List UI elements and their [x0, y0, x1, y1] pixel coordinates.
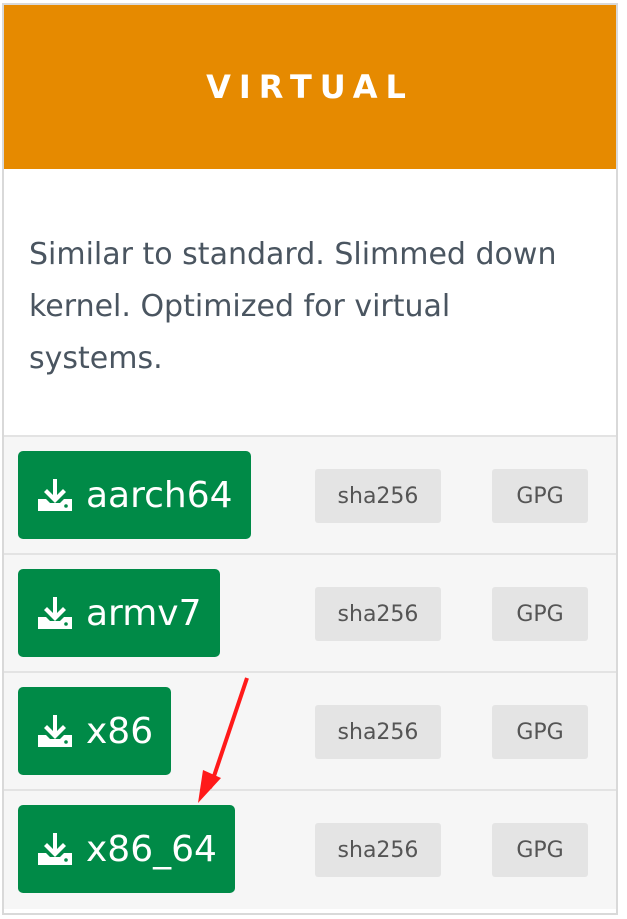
- download-icon: [36, 477, 74, 513]
- download-armv7-button[interactable]: armv7: [18, 569, 220, 657]
- card-header: VIRTUAL: [4, 5, 616, 169]
- download-icon: [36, 595, 74, 631]
- download-aarch64-button[interactable]: aarch64: [18, 451, 251, 539]
- download-x86_64-button[interactable]: x86_64: [18, 805, 235, 893]
- sha256-button[interactable]: sha256: [315, 587, 441, 641]
- gpg-button[interactable]: GPG: [492, 469, 588, 523]
- gpg-button[interactable]: GPG: [492, 587, 588, 641]
- sha256-button[interactable]: sha256: [315, 469, 441, 523]
- card-title: VIRTUAL: [206, 68, 414, 106]
- download-icon: [36, 713, 74, 749]
- gpg-button[interactable]: GPG: [492, 823, 588, 877]
- download-row: armv7 sha256 GPG: [4, 555, 616, 673]
- release-card: VIRTUAL Similar to standard. Slimmed dow…: [2, 3, 618, 915]
- download-row: x86_64 sha256 GPG: [4, 791, 616, 909]
- card-description: Similar to standard. Slimmed down kernel…: [4, 169, 616, 437]
- download-label: aarch64: [86, 474, 233, 516]
- download-row: aarch64 sha256 GPG: [4, 437, 616, 555]
- download-label: x86_64: [86, 828, 217, 870]
- sha256-button[interactable]: sha256: [315, 823, 441, 877]
- sha256-button[interactable]: sha256: [315, 705, 441, 759]
- download-row: x86 sha256 GPG: [4, 673, 616, 791]
- download-label: x86: [86, 710, 154, 752]
- gpg-button[interactable]: GPG: [492, 705, 588, 759]
- download-label: armv7: [86, 592, 202, 634]
- download-icon: [36, 831, 74, 867]
- download-x86-button[interactable]: x86: [18, 687, 172, 775]
